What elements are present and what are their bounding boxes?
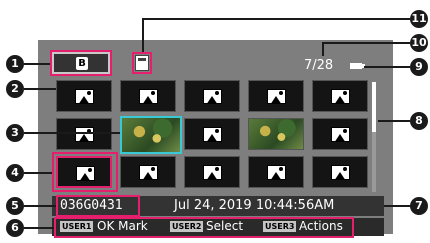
clip-thumbnail[interactable] <box>56 118 112 150</box>
recording-datetime: Jul 24, 2019 10:44:56AM <box>174 198 335 213</box>
callout-box-clip-name <box>56 195 140 217</box>
leader-line <box>24 205 56 207</box>
image-placeholder-icon <box>267 89 286 104</box>
callout-marker-5: 5 <box>6 197 24 215</box>
scrollbar-thumb[interactable] <box>372 82 376 132</box>
clip-thumbnail[interactable] <box>248 80 304 112</box>
callout-box-slot <box>50 50 112 76</box>
clip-thumbnail[interactable] <box>312 156 368 188</box>
leader-line <box>24 172 52 174</box>
callout-box-guide <box>54 217 354 238</box>
clip-thumbnail[interactable] <box>312 80 368 112</box>
clip-thumbnail[interactable] <box>184 80 240 112</box>
image-placeholder-icon <box>267 165 286 180</box>
callout-marker-6: 6 <box>6 219 24 237</box>
leader-line <box>24 132 120 134</box>
callout-marker-7: 7 <box>410 197 428 215</box>
image-placeholder-icon <box>203 165 222 180</box>
image-placeholder-icon <box>331 127 350 142</box>
callout-marker-4: 4 <box>6 164 24 182</box>
image-placeholder-icon <box>139 89 158 104</box>
leader-line <box>24 88 56 90</box>
callout-marker-9: 9 <box>410 58 428 76</box>
image-placeholder-icon <box>203 89 222 104</box>
callout-marker-2: 2 <box>6 80 24 98</box>
image-placeholder-icon <box>331 165 350 180</box>
callout-marker-3: 3 <box>6 124 24 142</box>
clip-thumbnail[interactable] <box>184 156 240 188</box>
clip-thumbnail[interactable] <box>248 118 304 150</box>
callout-box-card-icon <box>132 52 152 74</box>
callout-box-marked-clip <box>52 152 118 192</box>
leader-line <box>322 42 324 56</box>
leader-line <box>378 120 410 122</box>
clip-thumbnail[interactable] <box>120 156 176 188</box>
callout-marker-8: 8 <box>410 112 428 130</box>
image-placeholder-icon <box>203 127 222 142</box>
clip-thumbnail[interactable] <box>120 80 176 112</box>
leader-line <box>142 18 410 20</box>
clip-counter: 7/28 <box>304 58 334 73</box>
clip-thumbnail-selected[interactable] <box>120 116 182 154</box>
callout-marker-11: 11 <box>410 10 428 28</box>
callout-marker-1: 1 <box>6 55 24 73</box>
battery-icon <box>350 63 365 69</box>
clip-thumbnail[interactable] <box>248 156 304 188</box>
image-placeholder-icon <box>75 127 94 142</box>
leader-line <box>384 205 412 207</box>
callout-marker-10: 10 <box>410 34 428 52</box>
leader-line <box>364 66 410 68</box>
leader-line <box>24 227 54 229</box>
leader-line <box>24 63 50 65</box>
image-placeholder-icon <box>331 89 350 104</box>
leader-line <box>142 18 144 52</box>
clip-thumbnail[interactable] <box>184 118 240 150</box>
leader-line <box>322 42 410 44</box>
clip-thumbnail[interactable] <box>56 80 112 112</box>
clip-thumbnail[interactable] <box>312 118 368 150</box>
image-placeholder-icon <box>139 165 158 180</box>
image-placeholder-icon <box>75 89 94 104</box>
